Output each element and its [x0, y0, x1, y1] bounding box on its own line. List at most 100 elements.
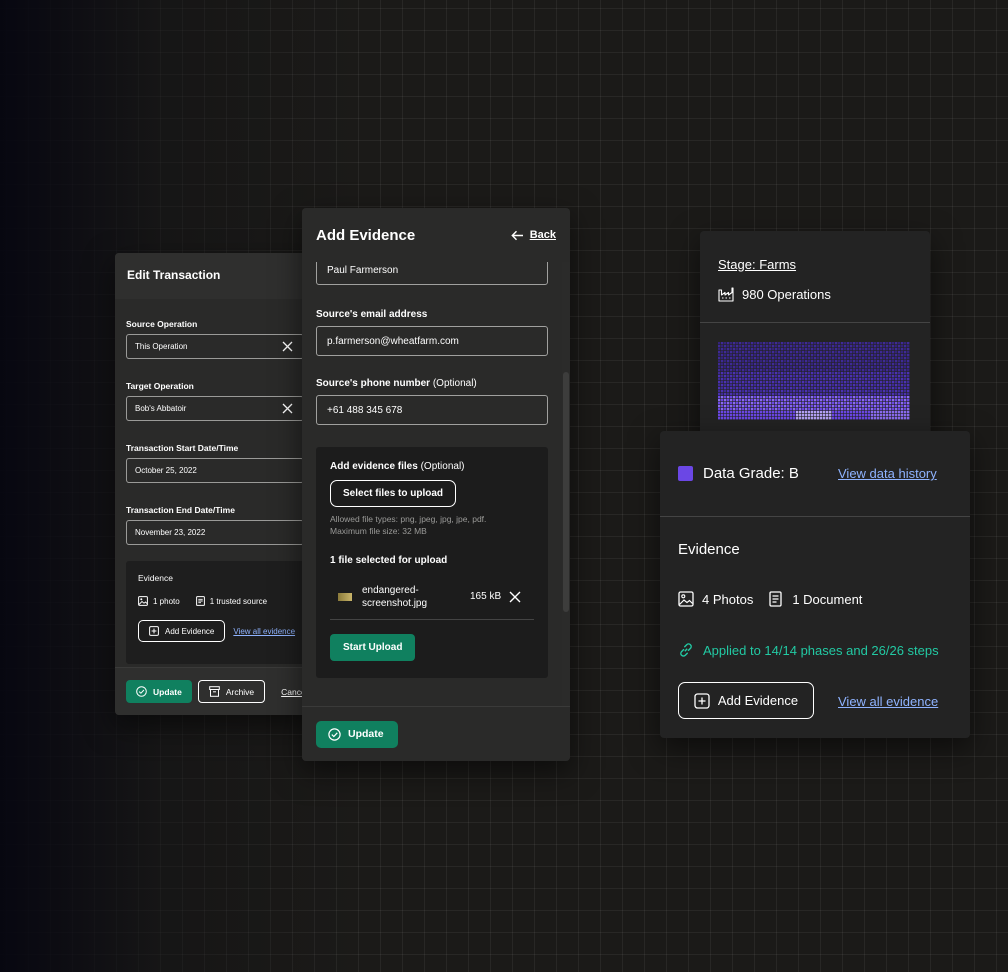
- heatmap-cell: [820, 402, 823, 405]
- heatmap-cell: [811, 351, 814, 354]
- view-all-evidence-link[interactable]: View all evidence: [233, 627, 295, 636]
- heatmap-cell: [790, 354, 793, 357]
- heatmap-cell: [754, 396, 757, 399]
- view-data-history-link[interactable]: View data history: [838, 466, 937, 481]
- heatmap-cell: [781, 345, 784, 348]
- add-evidence-button[interactable]: Add Evidence: [678, 682, 814, 719]
- phone-field[interactable]: +61 488 345 678: [316, 395, 548, 425]
- heatmap-cell: [775, 360, 778, 363]
- form-scrollbar[interactable]: [562, 262, 570, 714]
- heatmap-cell: [877, 387, 880, 390]
- update-button[interactable]: Update: [316, 720, 398, 748]
- back-button[interactable]: Back: [511, 229, 556, 241]
- heatmap-cell: [784, 384, 787, 387]
- heatmap-cell: [772, 348, 775, 351]
- heatmap-cell: [790, 414, 793, 417]
- heatmap-cell: [730, 405, 733, 408]
- heatmap-cell: [823, 393, 826, 396]
- heatmap-cell: [820, 378, 823, 381]
- heatmap-cell: [781, 369, 784, 372]
- heatmap-cell: [784, 354, 787, 357]
- heatmap-cell: [727, 414, 730, 417]
- heatmap-cell: [895, 396, 898, 399]
- heatmap-cell: [850, 378, 853, 381]
- heatmap-cell: [853, 381, 856, 384]
- heatmap-cell: [862, 357, 865, 360]
- target-operation-field[interactable]: Bob's Abbatoir: [126, 396, 304, 421]
- heatmap-cell: [829, 393, 832, 396]
- heatmap-cell: [871, 390, 874, 393]
- heatmap-cell: [874, 354, 877, 357]
- heatmap-cell: [736, 360, 739, 363]
- heatmap-cell: [769, 360, 772, 363]
- heatmap-cell: [805, 363, 808, 366]
- heatmap-cell: [865, 399, 868, 402]
- heatmap-cell: [769, 351, 772, 354]
- update-button[interactable]: Update: [126, 680, 192, 703]
- heatmap-cell: [751, 384, 754, 387]
- heatmap-cell: [841, 375, 844, 378]
- heatmap-cell: [760, 369, 763, 372]
- heatmap-cell: [805, 369, 808, 372]
- heatmap-cell: [745, 381, 748, 384]
- heatmap-cell: [886, 372, 889, 375]
- heatmap-cell: [784, 375, 787, 378]
- start-date-field[interactable]: October 25, 2022: [126, 458, 304, 483]
- heatmap-cell: [895, 372, 898, 375]
- heatmap-cell: [787, 378, 790, 381]
- heatmap-cell: [757, 399, 760, 402]
- heatmap-cell: [772, 354, 775, 357]
- add-evidence-form[interactable]: Paul Farmerson Source's email address p.…: [302, 262, 562, 714]
- add-evidence-panel: Add Evidence Back Paul Farmerson Source'…: [302, 208, 570, 761]
- heatmap-cell: [802, 387, 805, 390]
- heatmap-cell: [901, 342, 904, 345]
- select-files-button[interactable]: Select files to upload: [330, 480, 457, 507]
- heatmap-cell: [901, 369, 904, 372]
- heatmap-cell: [901, 411, 904, 414]
- heatmap-cell: [775, 381, 778, 384]
- heatmap-cell: [778, 414, 781, 417]
- remove-file-icon[interactable]: [509, 591, 521, 603]
- heatmap-cell: [874, 342, 877, 345]
- heatmap-cell: [769, 381, 772, 384]
- heatmap-cell: [886, 345, 889, 348]
- source-operation-field[interactable]: This Operation: [126, 334, 304, 359]
- heatmap-cell: [901, 405, 904, 408]
- heatmap-cell: [883, 417, 886, 420]
- heatmap-cell: [799, 351, 802, 354]
- heatmap-cell: [832, 402, 835, 405]
- heatmap-cell: [745, 405, 748, 408]
- heatmap-cell: [748, 360, 751, 363]
- heatmap-cell: [802, 375, 805, 378]
- add-evidence-button[interactable]: Add Evidence: [138, 620, 226, 642]
- heatmap-cell: [769, 366, 772, 369]
- heatmap-cell: [865, 342, 868, 345]
- heatmap-cell: [790, 405, 793, 408]
- image-icon: [138, 596, 148, 606]
- view-all-evidence-link[interactable]: View all evidence: [838, 694, 938, 709]
- heatmap-cell: [826, 384, 829, 387]
- heatmap-cell: [793, 342, 796, 345]
- archive-button[interactable]: Archive: [197, 680, 266, 703]
- heatmap-cell: [817, 384, 820, 387]
- heatmap-cell: [850, 387, 853, 390]
- source-name-field[interactable]: Paul Farmerson: [316, 262, 548, 285]
- heatmap-cell: [745, 411, 748, 414]
- scrollbar-thumb[interactable]: [563, 372, 569, 612]
- start-upload-button[interactable]: Start Upload: [330, 634, 416, 661]
- clear-icon[interactable]: [282, 403, 293, 414]
- file-name: endangered- screenshot.jpg: [362, 584, 470, 610]
- heatmap-cell: [742, 399, 745, 402]
- clear-icon[interactable]: [282, 341, 293, 352]
- heatmap-cell: [883, 342, 886, 345]
- heatmap-cell: [727, 348, 730, 351]
- stage-title[interactable]: Stage: Farms: [718, 257, 796, 272]
- heatmap-cell: [724, 345, 727, 348]
- heatmap-cell: [784, 396, 787, 399]
- heatmap-cell: [781, 405, 784, 408]
- email-field[interactable]: p.farmerson@wheatfarm.com: [316, 326, 548, 356]
- heatmap-cell: [877, 390, 880, 393]
- heatmap-cell: [730, 390, 733, 393]
- heatmap-cell: [724, 396, 727, 399]
- end-date-field[interactable]: November 23, 2022: [126, 520, 304, 545]
